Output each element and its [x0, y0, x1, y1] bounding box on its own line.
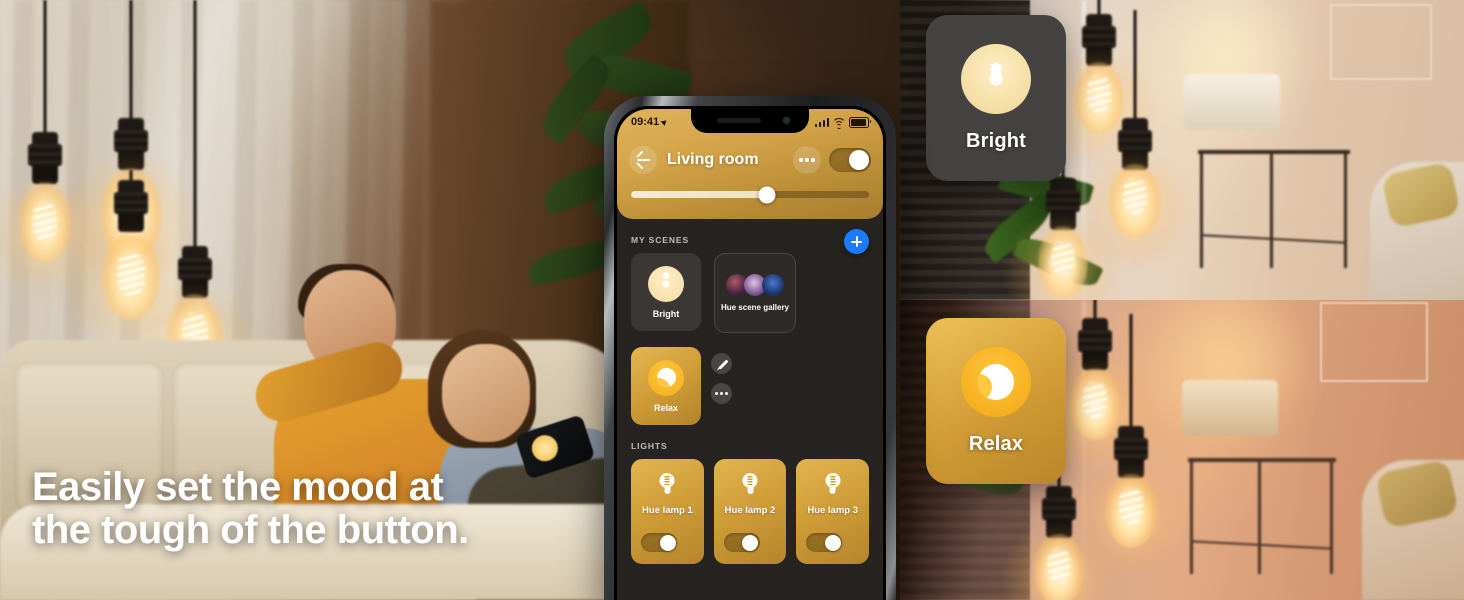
brightness-slider-knob[interactable]	[758, 186, 776, 203]
wifi-icon	[832, 117, 846, 129]
section-label-lights: LIGHTS	[631, 441, 668, 451]
page-title: Living room	[667, 151, 759, 168]
wall-art	[1330, 4, 1432, 80]
back-button[interactable]	[629, 146, 657, 174]
scene-chip-label: Relax	[968, 432, 1024, 455]
scene-actions	[711, 347, 732, 404]
light-toggle-1[interactable]	[641, 533, 677, 552]
relax-moon-icon	[961, 346, 1031, 417]
panel-relax-scene: Relax	[900, 300, 1464, 600]
room-power-toggle[interactable]	[829, 148, 871, 172]
brightness-slider[interactable]	[631, 186, 869, 203]
scene-chip-label: Bright	[965, 129, 1027, 152]
phone-bezel: 09:41 Living room MY SCENES Bright Hue s…	[614, 106, 886, 600]
scene-more-button[interactable]	[711, 383, 732, 404]
brightness-fill	[631, 191, 767, 198]
side-table	[1198, 150, 1350, 268]
scene-card-relax[interactable]: Relax	[631, 347, 701, 425]
light-name: Hue lamp 1	[641, 505, 693, 516]
side-table	[1188, 458, 1336, 574]
light-name: Hue lamp 3	[807, 505, 859, 516]
light-toggle-3[interactable]	[806, 533, 843, 552]
light-toggle-2[interactable]	[723, 533, 760, 552]
toggle-knob	[849, 150, 869, 170]
back-arrow-icon	[636, 159, 650, 161]
phone-notch	[691, 109, 809, 133]
floor-lamp-shade	[1182, 380, 1278, 436]
light-card-2[interactable]: Hue lamp 2	[713, 459, 787, 564]
bulb-icon	[824, 473, 841, 497]
pendant-bulb	[1073, 314, 1189, 584]
app-content: MY SCENES Bright Hue scene gallery Relax…	[617, 219, 883, 600]
more-options-icon	[799, 158, 815, 162]
promo-banner: Easily set the mood at the tough of the …	[0, 0, 1464, 600]
scenes-row: Bright Hue scene gallery	[617, 253, 883, 333]
light-card-1[interactable]: Hue lamp 1	[631, 459, 704, 564]
more-options-icon	[715, 392, 728, 395]
header-row: Living room	[617, 139, 883, 181]
scene-name: Bright	[652, 308, 680, 319]
sun-icon	[961, 43, 1031, 114]
scene-name: Relax	[653, 402, 679, 413]
status-time: 09:41	[631, 116, 660, 128]
scene-name: Hue scene gallery	[720, 302, 790, 312]
wall-art	[1320, 302, 1428, 382]
pendant-bulb	[0, 0, 105, 320]
panel-bright-scene: Bright	[900, 0, 1464, 300]
headline-line-2: the tough of the button.	[32, 507, 469, 552]
scene-chip-relax[interactable]: Relax	[926, 318, 1066, 484]
headline-line-1: Easily set the mood at	[32, 464, 444, 509]
front-camera	[782, 116, 791, 125]
add-scene-button[interactable]	[844, 229, 869, 254]
cellular-signal-icon	[814, 117, 829, 127]
bulb-icon	[742, 473, 759, 497]
phone-screen: 09:41 Living room MY SCENES Bright Hue s…	[617, 109, 883, 600]
pendant-bulb	[1075, 10, 1195, 270]
edit-scene-button[interactable]	[711, 353, 732, 374]
lights-row: Hue lamp 1 Hue lamp 2 Hue lamp 3	[617, 459, 883, 564]
pencil-icon	[717, 359, 728, 369]
status-indicators	[814, 116, 871, 129]
floor-lamp-shade	[1184, 74, 1280, 130]
status-time-group: 09:41	[631, 116, 669, 128]
scene-chip-bright[interactable]: Bright	[926, 15, 1066, 181]
light-name: Hue lamp 2	[724, 505, 776, 516]
bulb-icon	[659, 473, 676, 497]
scene-card-bright[interactable]: Bright	[631, 253, 701, 331]
sun-icon	[648, 265, 684, 302]
phone-mockup: 09:41 Living room MY SCENES Bright Hue s…	[604, 96, 896, 600]
headline: Easily set the mood at the tough of the …	[32, 464, 552, 552]
selected-scene-row: Relax	[617, 333, 883, 425]
relax-moon-icon	[648, 359, 684, 396]
battery-full-icon	[849, 116, 871, 128]
scene-card-hue-gallery[interactable]: Hue scene gallery	[714, 253, 796, 333]
scene-gallery-thumbnails	[726, 273, 784, 296]
light-card-3[interactable]: Hue lamp 3	[796, 459, 870, 564]
room-more-button[interactable]	[793, 146, 821, 174]
location-arrow-icon	[660, 118, 669, 126]
earpiece-speaker	[717, 118, 761, 123]
